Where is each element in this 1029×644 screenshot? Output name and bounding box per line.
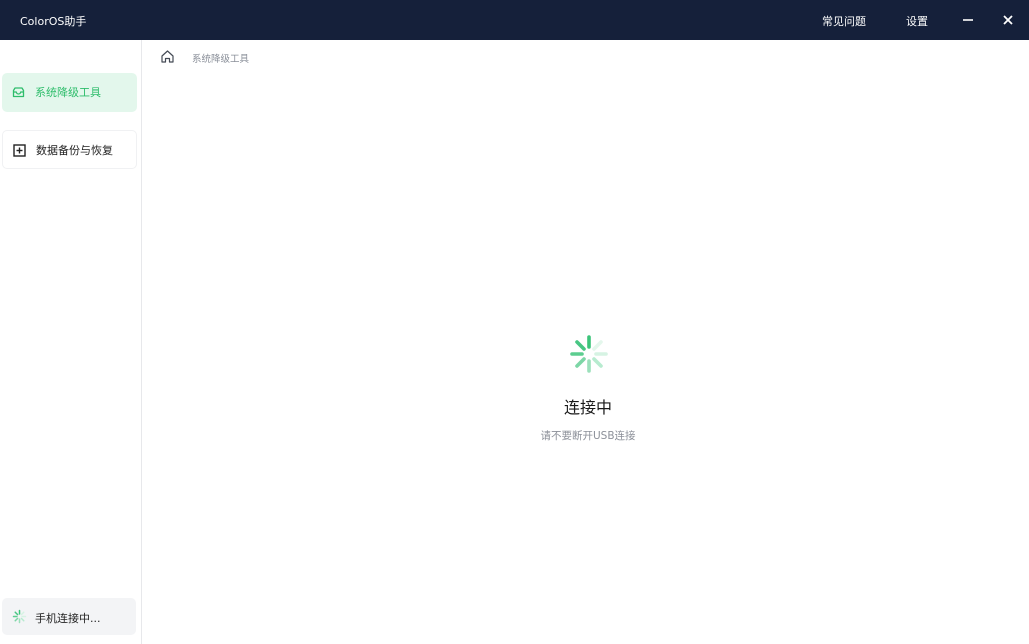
- minimize-button[interactable]: [950, 0, 986, 40]
- faq-link[interactable]: 常见问题: [822, 13, 866, 29]
- loading-spinner-icon: [570, 335, 608, 373]
- main-content: 系统降级工具 连接中 请不要断开USB连接: [143, 40, 1029, 644]
- sidebar-item-data-backup[interactable]: 数据备份与恢复: [2, 130, 137, 169]
- settings-link[interactable]: 设置: [906, 13, 928, 29]
- close-icon: [1003, 15, 1013, 25]
- minimize-icon: [963, 19, 973, 21]
- title-bar: ColorOS助手 常见问题 设置: [0, 0, 1029, 40]
- phone-status-label: 手机连接中...: [35, 612, 101, 625]
- sidebar-item-system-downgrade[interactable]: 系统降级工具: [2, 73, 137, 112]
- sidebar-item-label: 系统降级工具: [35, 86, 101, 99]
- home-icon[interactable]: [160, 49, 175, 64]
- phone-connection-status[interactable]: 手机连接中...: [2, 598, 136, 635]
- sidebar: 系统降级工具 数据备份与恢复 手机连接中...: [0, 40, 142, 644]
- breadcrumb-current: 系统降级工具: [192, 54, 250, 65]
- close-button[interactable]: [990, 0, 1026, 40]
- tray-icon: [12, 87, 25, 98]
- loading-spinner-icon: [12, 609, 27, 624]
- connection-status-title: 连接中: [563, 398, 612, 417]
- plus-box-icon: [13, 144, 26, 157]
- sidebar-item-label: 数据备份与恢复: [36, 144, 113, 157]
- app-title: ColorOS助手: [20, 15, 87, 28]
- connection-status-hint: 请不要断开USB连接: [540, 430, 636, 442]
